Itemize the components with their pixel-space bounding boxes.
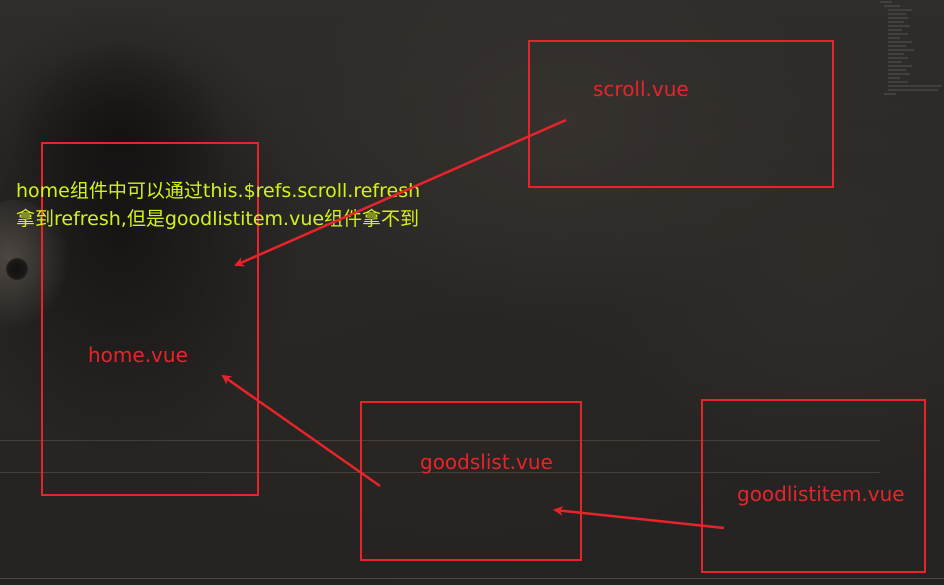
background-eye-shape [6,258,28,280]
home-vue-label: home.vue [88,343,188,367]
diagram-canvas: scroll.vue home.vue goodslist.vue goodli… [0,0,944,585]
scroll-vue-label: scroll.vue [593,77,689,101]
annotation-line-2: 拿到refresh,但是goodlistitem.vue组件拿不到 [16,208,420,230]
scroll-vue-box [528,40,834,188]
goodlistitem-vue-label: goodlistitem.vue [737,482,905,506]
goodslist-vue-label: goodslist.vue [420,450,553,474]
background-bottom-line [0,578,944,579]
goodslist-vue-box [360,401,582,561]
code-minimap [880,1,942,95]
annotation-line-1: home组件中可以通过this.$refs.scroll.refresh [16,180,421,202]
